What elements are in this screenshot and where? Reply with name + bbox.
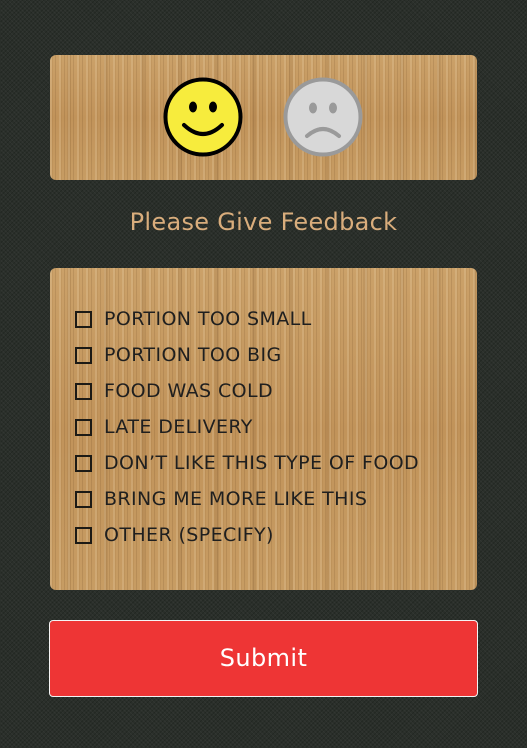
option-bring-more-like-this[interactable]: BRING ME MORE LIKE THIS: [75, 486, 367, 512]
option-label: LATE DELIVERY: [104, 416, 253, 438]
face-panel: [50, 55, 477, 180]
checkbox[interactable]: [75, 418, 92, 436]
option-label: PORTION TOO SMALL: [104, 308, 312, 330]
option-food-was-cold[interactable]: FOOD WAS COLD: [75, 378, 273, 404]
option-label: PORTION TOO BIG: [104, 344, 282, 366]
option-portion-too-small[interactable]: PORTION TOO SMALL: [75, 306, 312, 332]
submit-button[interactable]: Submit: [49, 620, 478, 697]
feedback-title: Please Give Feedback: [129, 208, 398, 236]
checkbox[interactable]: [75, 490, 92, 508]
option-other-specify[interactable]: OTHER (SPECIFY): [75, 522, 274, 548]
checkbox[interactable]: [75, 346, 92, 364]
option-label: DON’T LIKE THIS TYPE OF FOOD: [104, 452, 420, 474]
option-late-delivery[interactable]: LATE DELIVERY: [75, 414, 253, 440]
feedback-options-panel: PORTION TOO SMALL PORTION TOO BIG FOOD W…: [50, 268, 477, 590]
option-label: OTHER (SPECIFY): [104, 524, 274, 546]
checkbox[interactable]: [75, 310, 92, 328]
option-label: FOOD WAS COLD: [104, 380, 273, 402]
option-label: BRING ME MORE LIKE THIS: [104, 488, 368, 510]
checkbox[interactable]: [75, 454, 92, 472]
option-portion-too-big[interactable]: PORTION TOO BIG: [75, 342, 282, 368]
happy-face-icon[interactable]: [163, 77, 243, 157]
sad-face-icon[interactable]: [283, 77, 363, 157]
checkbox[interactable]: [75, 526, 92, 544]
checkbox[interactable]: [75, 382, 92, 400]
option-dont-like-food-type[interactable]: DON’T LIKE THIS TYPE OF FOOD: [75, 450, 419, 476]
